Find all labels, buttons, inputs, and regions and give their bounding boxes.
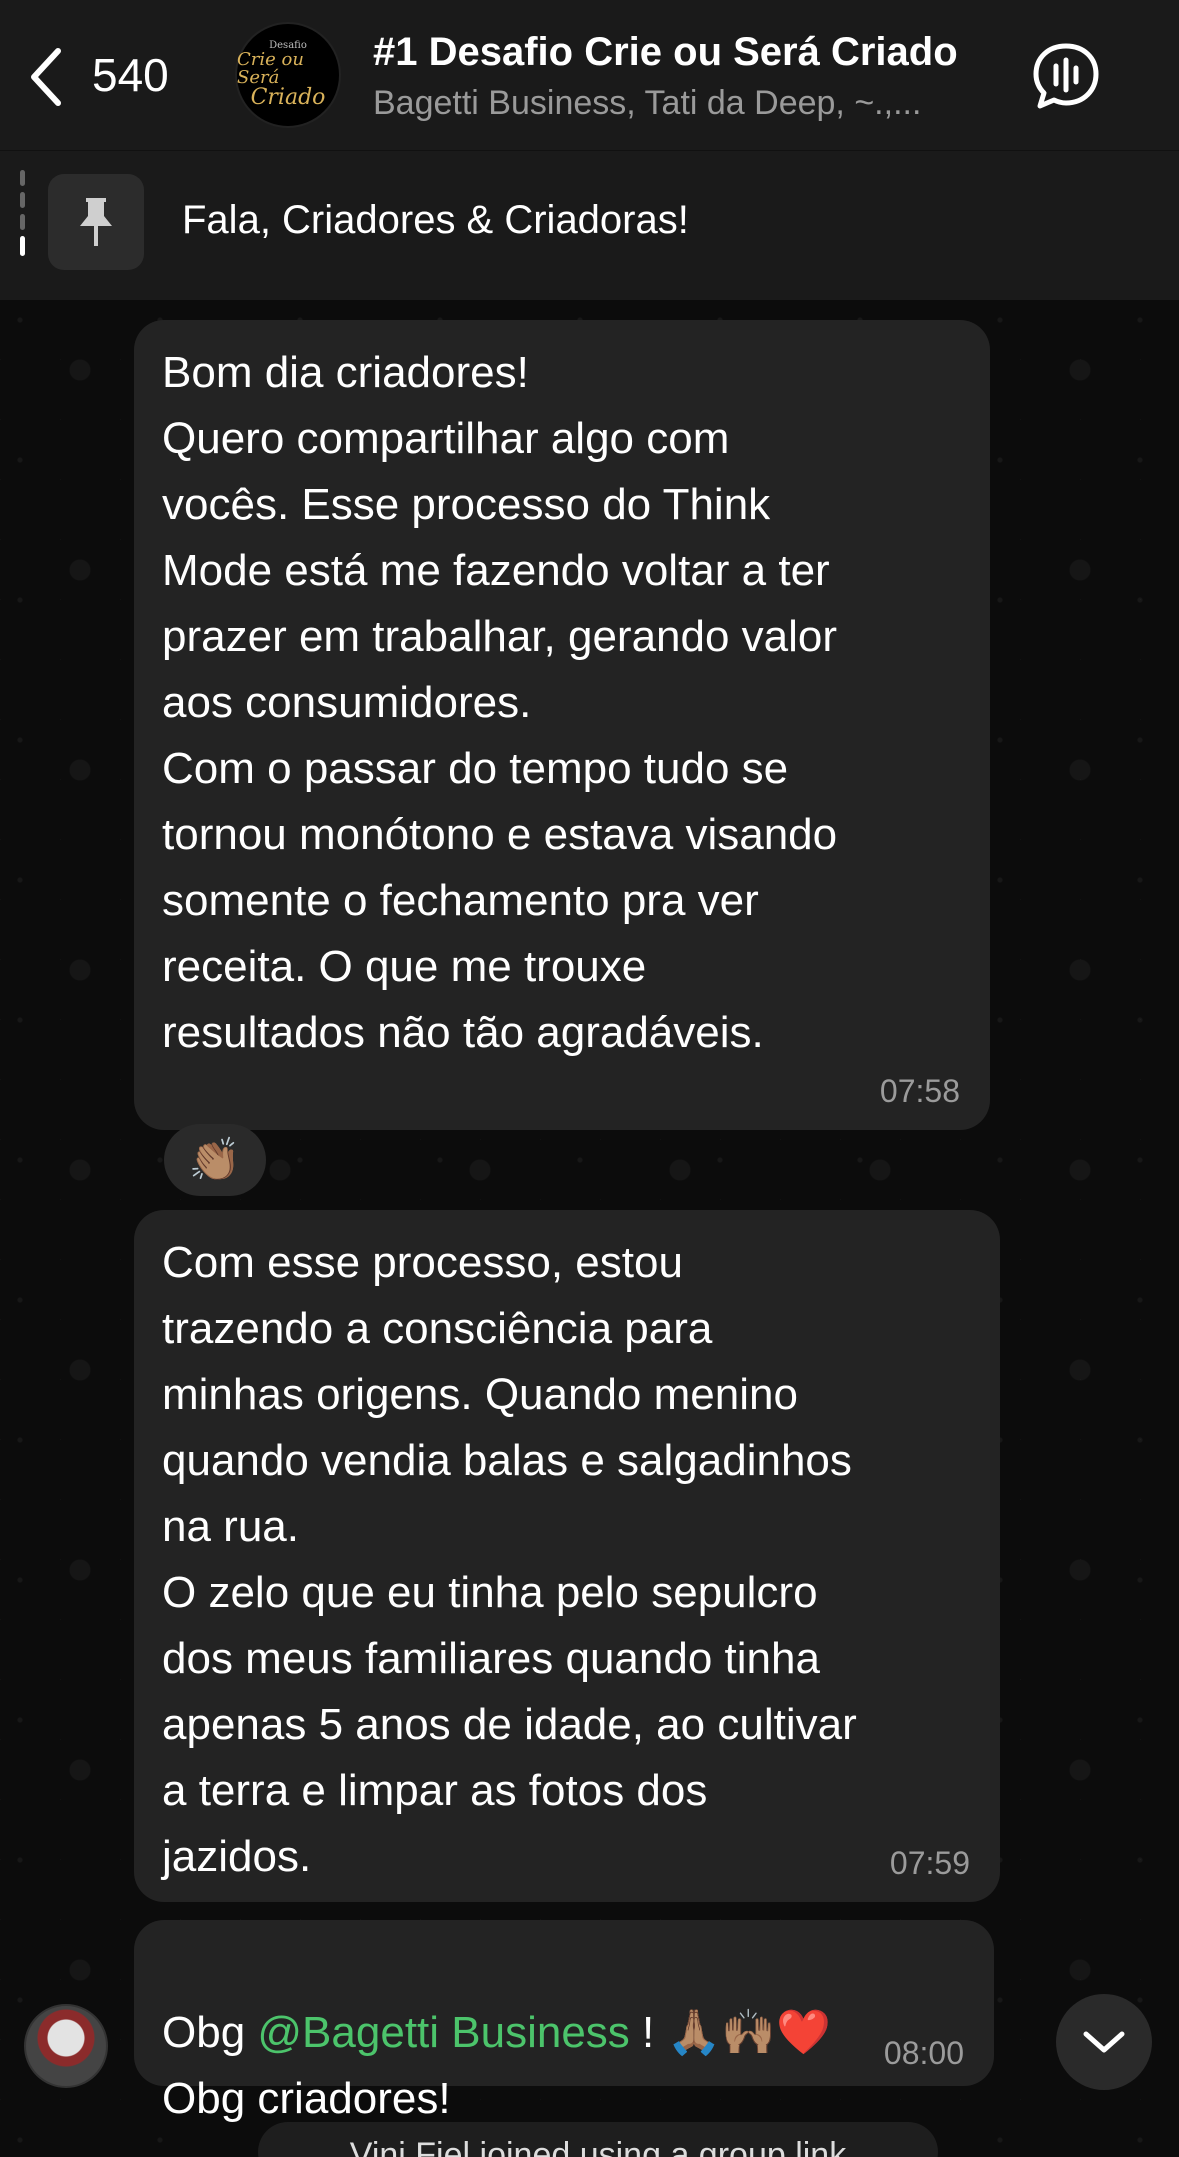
message-bubble[interactable]: Bom dia criadores! Quero compartilhar al… <box>134 320 990 1130</box>
message-prefix: Obg <box>162 2008 258 2057</box>
message-text: Bom dia criadores! Quero compartilhar al… <box>162 348 838 1057</box>
avatar-line-3: Criado <box>250 85 326 110</box>
message-bubble[interactable]: Com esse processo, estou trazendo a cons… <box>134 1210 1000 1902</box>
sender-avatar[interactable] <box>24 2004 108 2088</box>
pinned-message-text[interactable]: Fala, Criadores & Criadoras! <box>182 198 689 243</box>
mention-link[interactable]: @Bagetti Business <box>257 2008 629 2057</box>
message-time: 07:58 <box>879 1073 960 1109</box>
chat-header: 540 Desafio Crie ou Será Criado #1 Desaf… <box>0 0 1179 150</box>
pinned-indicator <box>20 170 26 270</box>
chevron-down-icon <box>1083 2031 1125 2053</box>
reaction-badge[interactable]: 👏🏽 <box>164 1124 266 1196</box>
avatar-line-2: Crie ou Será <box>237 49 304 88</box>
message-time: 08:00 <box>883 2035 964 2071</box>
system-message: Vini Fiel joined using a group link <box>258 2122 938 2157</box>
chevron-left-icon <box>31 48 61 106</box>
message-bubble[interactable]: Obg @Bagetti Business ! 🙏🏽🙌🏽❤️ Obg criad… <box>134 1920 994 2123</box>
message-suffix: ! 🙏🏽🙌🏽❤️ <box>629 2008 831 2057</box>
clapping-hands-icon: 👏🏽 <box>188 1135 242 1183</box>
message-time: 07:59 <box>889 1845 970 1881</box>
message-text: Obg @Bagetti Business ! 🙏🏽🙌🏽❤️ <box>162 1934 966 2066</box>
voice-chat-button[interactable] <box>1030 40 1102 112</box>
pin-icon <box>48 174 144 270</box>
group-avatar[interactable]: Desafio Crie ou Será Criado <box>235 22 341 128</box>
message-text: Com esse processo, estou trazendo a cons… <box>162 1238 857 1881</box>
unread-count[interactable]: 540 <box>92 48 169 102</box>
group-members[interactable]: Bagetti Business, Tati da Deep, ~.,... <box>373 84 921 123</box>
back-button[interactable] <box>22 45 70 109</box>
scroll-to-bottom-button[interactable] <box>1056 1994 1152 2090</box>
voice-chat-icon <box>1033 43 1099 109</box>
group-title[interactable]: #1 Desafio Crie ou Será Criado <box>373 30 958 75</box>
